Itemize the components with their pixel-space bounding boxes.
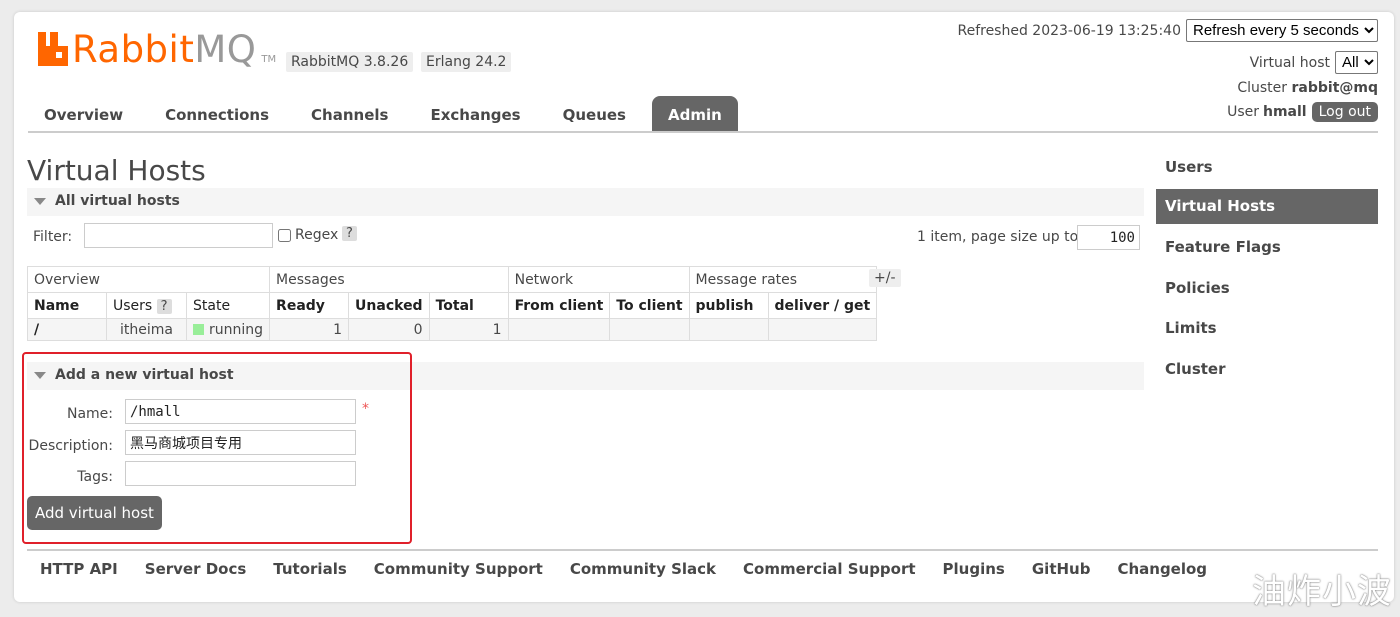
running-status-icon	[193, 323, 204, 335]
cluster-row: Cluster rabbit@mq	[1237, 80, 1378, 96]
nav-policies[interactable]: Policies	[1156, 271, 1378, 306]
pagination-text: 1 item, page size up to	[917, 229, 1079, 245]
tab-divider	[28, 131, 1378, 133]
logo-tm: TM	[261, 54, 277, 65]
main-tabs: Overview Connections Channels Exchanges …	[28, 96, 748, 131]
vhost-label: Virtual host	[1249, 54, 1330, 71]
version-badge: RabbitMQ 3.8.26	[286, 52, 414, 72]
col-unacked: Unacked	[348, 292, 430, 319]
logo-rabbit-text: Rabbit	[72, 28, 195, 71]
cluster-label: Cluster	[1237, 80, 1288, 96]
col-total: Total	[428, 292, 509, 319]
col-publish: publish	[688, 292, 769, 319]
user-row: User hmall Log out	[1227, 102, 1378, 122]
erlang-badge: Erlang 24.2	[421, 52, 512, 72]
nav-cluster[interactable]: Cluster	[1156, 352, 1378, 387]
col-state: State	[185, 292, 271, 319]
refresh-select[interactable]: Refresh every 5 seconds	[1186, 19, 1378, 42]
users-help-icon[interactable]: ?	[156, 298, 172, 314]
tab-admin[interactable]: Admin	[651, 96, 738, 131]
vhost-ready: 1	[269, 318, 350, 341]
rabbitmq-logo[interactable]: Rabbit MQ TM	[38, 30, 276, 70]
nav-users[interactable]: Users	[1156, 150, 1378, 185]
vhost-name-link[interactable]: /	[27, 318, 107, 341]
vhost-select[interactable]: All	[1335, 51, 1378, 74]
tab-connections[interactable]: Connections	[149, 96, 285, 131]
user-value: hmall	[1263, 104, 1307, 120]
group-overview: Overview	[26, 266, 271, 293]
tab-queues[interactable]: Queues	[547, 96, 642, 131]
vhost-row: Virtual host All	[1250, 51, 1378, 74]
filter-input[interactable]	[84, 223, 273, 248]
col-from-client: From client	[507, 292, 611, 319]
collapse-triangle-icon	[34, 198, 46, 205]
all-vhosts-header[interactable]: All virtual hosts	[27, 188, 1144, 216]
rabbitmq-logo-icon	[38, 32, 68, 66]
col-name[interactable]: Name	[27, 292, 107, 319]
footer-github[interactable]: GitHub	[1032, 560, 1091, 578]
col-users-label: Users	[113, 297, 153, 314]
footer-tutorials[interactable]: Tutorials	[273, 560, 346, 578]
logo-mq-text: MQ	[194, 28, 257, 71]
refresh-row: Refreshed 2023-06-19 13:25:40 Refresh ev…	[957, 19, 1378, 42]
refreshed-text: Refreshed 2023-06-19 13:25:40	[957, 22, 1181, 39]
vhost-users: itheima	[106, 318, 187, 341]
watermark: 油炸小波	[1252, 572, 1392, 612]
table-row: / itheima running 1 0 1	[27, 318, 878, 341]
cluster-value: rabbit@mq	[1291, 80, 1379, 96]
vhost-state-text: running	[209, 321, 264, 338]
vhost-to-client	[609, 318, 690, 341]
footer-divider	[27, 549, 1378, 551]
footer-server-docs[interactable]: Server Docs	[145, 560, 247, 578]
footer-plugins[interactable]: Plugins	[943, 560, 1005, 578]
footer-community-support[interactable]: Community Support	[374, 560, 543, 578]
footer-commercial-support[interactable]: Commercial Support	[743, 560, 916, 578]
regex-label: Regex	[295, 227, 339, 243]
column-toggle-button[interactable]: +/-	[869, 269, 901, 287]
highlight-box	[22, 352, 412, 544]
nav-feature-flags[interactable]: Feature Flags	[1156, 230, 1378, 265]
col-users: Users ?	[106, 292, 187, 319]
nav-virtual-hosts[interactable]: Virtual Hosts	[1156, 189, 1378, 224]
tab-overview[interactable]: Overview	[28, 96, 139, 131]
all-vhosts-title: All virtual hosts	[55, 193, 180, 209]
vhost-state: running	[185, 318, 271, 341]
col-to-client: To client	[609, 292, 690, 319]
regex-help-icon[interactable]: ?	[342, 226, 357, 241]
page-size-input[interactable]	[1077, 225, 1140, 250]
group-message-rates: Message rates	[688, 266, 878, 293]
regex-checkbox[interactable]	[278, 229, 291, 242]
vhost-from-client	[507, 318, 611, 341]
nav-limits[interactable]: Limits	[1156, 311, 1378, 346]
group-network: Network	[507, 266, 690, 293]
group-messages: Messages	[269, 266, 509, 293]
user-label: User	[1227, 104, 1259, 120]
vhost-unacked: 0	[348, 318, 430, 341]
tab-exchanges[interactable]: Exchanges	[414, 96, 536, 131]
page-title: Virtual Hosts	[27, 154, 206, 187]
vhost-total: 1	[428, 318, 509, 341]
tab-channels[interactable]: Channels	[295, 96, 404, 131]
filter-label: Filter:	[33, 229, 73, 245]
col-ready: Ready	[269, 292, 350, 319]
vhost-deliver-get	[767, 318, 878, 341]
col-deliver-get: deliver / get	[767, 292, 878, 319]
footer-links: HTTP API Server Docs Tutorials Community…	[40, 560, 1234, 578]
table-header-row: Name Users ? State Ready Unacked Total F…	[27, 292, 878, 319]
footer-community-slack[interactable]: Community Slack	[570, 560, 716, 578]
logout-button[interactable]: Log out	[1311, 102, 1378, 122]
footer-changelog[interactable]: Changelog	[1117, 560, 1207, 578]
table-group-row: Overview Messages Network Message rates	[26, 266, 878, 293]
footer-http-api[interactable]: HTTP API	[40, 560, 118, 578]
vhosts-table: Overview Messages Network Message rates …	[26, 266, 878, 341]
vhost-publish	[688, 318, 769, 341]
